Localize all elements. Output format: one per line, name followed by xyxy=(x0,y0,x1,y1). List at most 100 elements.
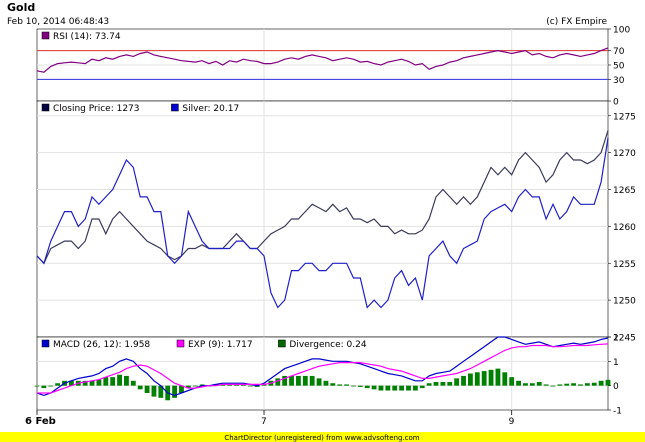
panel-price: 1245125012551260126512701275Closing Pric… xyxy=(36,100,636,344)
chart-copyright: (c) FX Empire xyxy=(546,17,607,27)
divergence-bar xyxy=(571,383,577,386)
divergence-bar xyxy=(364,385,370,389)
macd-legend-label-2: Divergence: 0.24 xyxy=(289,340,366,350)
divergence-bar xyxy=(151,385,157,397)
divergence-bar xyxy=(536,382,542,386)
chart-title: Gold xyxy=(7,1,35,14)
divergence-bar xyxy=(598,380,604,386)
macd-ytick-label-0: -1 xyxy=(613,407,622,417)
divergence-bar xyxy=(302,375,308,386)
divergence-bar xyxy=(337,384,343,386)
price-ytick-label-6: 1275 xyxy=(613,112,636,122)
divergence-bar xyxy=(406,385,411,391)
divergence-bar xyxy=(392,385,398,391)
x-tick-label-0: 6 Feb xyxy=(25,416,56,427)
macd-ytick-label-2: 1 xyxy=(613,358,619,368)
price-frame xyxy=(36,100,609,338)
macd-ytick-label-3: 2 xyxy=(613,334,619,344)
divergence-bar xyxy=(447,382,453,386)
divergence-bar xyxy=(440,382,446,386)
price-legend-label-1: Silver: 20.17 xyxy=(182,104,239,114)
rsi-ytick-label-3: 30 xyxy=(613,76,625,86)
panel-rsi: 100 70 50 30 0 RSI (14): 73.74 xyxy=(36,26,630,108)
price-legend-swatch-1 xyxy=(171,103,179,112)
divergence-bar xyxy=(509,377,515,386)
rsi-ytick-label-1: 70 xyxy=(613,47,625,57)
divergence-bar xyxy=(543,384,549,386)
divergence-bar xyxy=(564,383,570,386)
divergence-bar xyxy=(529,383,535,386)
macd-legend-swatch-2 xyxy=(278,339,286,348)
divergence-bar xyxy=(399,385,405,391)
divergence-bar xyxy=(351,385,356,387)
divergence-bar xyxy=(426,383,432,386)
divergence-bar xyxy=(34,385,40,387)
divergence-bar xyxy=(481,371,487,386)
divergence-bar xyxy=(378,385,384,391)
price-ytick-label-4: 1265 xyxy=(613,186,636,196)
price-legend-swatch-0 xyxy=(41,103,50,112)
divergence-bar xyxy=(474,372,480,386)
divergence-bar xyxy=(357,385,363,387)
price-legend-label-0: Closing Price: 1273 xyxy=(53,104,140,114)
divergence-bar xyxy=(344,384,349,386)
rsi-legend-label-0: RSI (14): 73.74 xyxy=(53,32,121,42)
divergence-bar xyxy=(468,373,473,386)
divergence-bar xyxy=(41,385,47,389)
x-axis: 6 Feb 7 9 xyxy=(25,410,515,427)
divergence-bar xyxy=(412,385,418,391)
chart-timestamp: Feb 10, 2014 06:48:43 xyxy=(7,17,109,27)
divergence-bar xyxy=(296,375,301,386)
divergence-bar xyxy=(516,380,521,386)
price-ytick-label-3: 1260 xyxy=(613,223,636,233)
divergence-bar xyxy=(433,382,439,386)
divergence-bar xyxy=(371,385,377,390)
divergence-bar xyxy=(591,382,597,386)
x-tick-label-2: 9 xyxy=(509,417,515,427)
divergence-bar xyxy=(124,375,129,386)
divergence-bar xyxy=(550,385,556,387)
macd-ytick-label-1: 0 xyxy=(613,382,619,392)
divergence-bar xyxy=(117,374,122,386)
divergence-bar xyxy=(323,380,329,386)
divergence-bar xyxy=(488,369,494,386)
divergence-bar xyxy=(309,375,315,386)
divergence-bar xyxy=(578,384,583,386)
x-tick-label-1: 7 xyxy=(261,417,267,427)
price-ytick-label-2: 1255 xyxy=(613,260,636,270)
divergence-bar xyxy=(584,383,590,386)
divergence-bar xyxy=(144,385,150,393)
divergence-bar xyxy=(247,385,253,387)
watermark-text: ChartDirector (unregistered) from www.ad… xyxy=(224,434,419,442)
gold-chart: Gold Feb 10, 2014 06:48:43 (c) FX Empire… xyxy=(0,1,645,442)
divergence-bar xyxy=(502,372,508,386)
divergence-bar xyxy=(110,377,116,386)
divergence-bar xyxy=(330,383,336,386)
macd-legend-label-1: EXP (9): 1.717 xyxy=(188,340,253,350)
macd-legend-swatch-0 xyxy=(41,339,50,348)
divergence-bar xyxy=(495,368,501,386)
divergence-bar xyxy=(557,384,563,386)
divergence-bar xyxy=(419,385,425,389)
divergence-bar xyxy=(461,375,466,386)
divergence-bar xyxy=(289,375,294,386)
price-ytick-label-5: 1270 xyxy=(613,149,636,159)
divergence-bar xyxy=(385,385,391,391)
rsi-ytick-label-4: 0 xyxy=(613,98,619,108)
divergence-bar xyxy=(523,383,528,386)
divergence-bar xyxy=(192,385,198,387)
rsi-ytick-label-0: 100 xyxy=(613,26,630,36)
divergence-bar xyxy=(55,383,61,386)
divergence-bar xyxy=(130,380,136,386)
divergence-bar xyxy=(316,378,322,386)
rsi-legend-swatch-0 xyxy=(41,31,50,40)
rsi-ytick-label-2: 50 xyxy=(613,62,625,72)
divergence-bar xyxy=(137,385,143,390)
divergence-bar xyxy=(48,385,54,387)
divergence-bar xyxy=(454,378,460,386)
price-ytick-label-1: 1250 xyxy=(613,297,636,307)
divergence-bar xyxy=(605,379,611,386)
divergence-bar xyxy=(103,377,109,386)
macd-legend-swatch-1 xyxy=(176,339,185,348)
macd-legend-label-0: MACD (26, 12): 1.958 xyxy=(53,340,150,350)
